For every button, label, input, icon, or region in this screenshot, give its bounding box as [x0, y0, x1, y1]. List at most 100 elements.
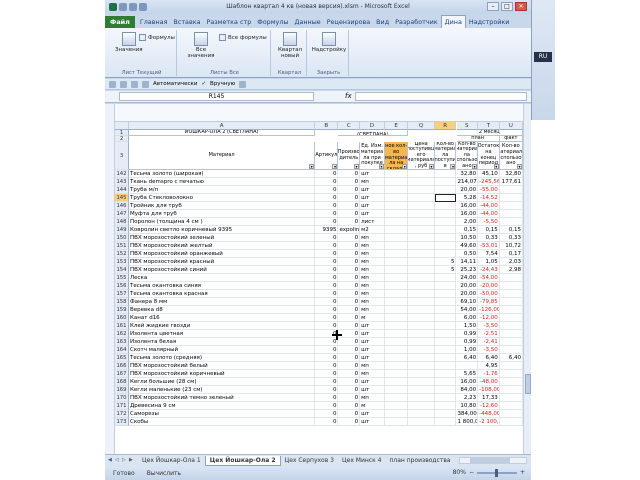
cell-s[interactable]: 24,00 — [456, 274, 479, 282]
column-header-c[interactable]: C — [338, 122, 361, 130]
cell-d[interactable]: мп — [360, 234, 385, 242]
cell-empty[interactable] — [385, 298, 409, 306]
cell-r[interactable] — [434, 242, 457, 250]
cell-d[interactable]: мп — [360, 370, 385, 378]
addin-button[interactable]: Надстройку — [311, 32, 347, 53]
cell-s[interactable]: 0,99 — [456, 338, 479, 346]
row-header[interactable]: 166 — [115, 362, 129, 370]
tab-item[interactable]: Формулы — [254, 16, 291, 28]
cell-d[interactable]: мп — [360, 394, 385, 402]
row-header[interactable]: 155 — [115, 274, 129, 282]
cell-empty[interactable] — [408, 394, 435, 402]
row-header[interactable]: 156 — [115, 282, 129, 290]
tab-item[interactable]: Разработчик — [392, 16, 441, 28]
auto-calc-label[interactable]: Автоматически — [153, 81, 197, 87]
cell-c[interactable]: 0 — [338, 418, 361, 426]
cell-r[interactable] — [434, 330, 457, 338]
cell-c[interactable]: 0 — [338, 362, 361, 370]
row-header[interactable]: 172 — [115, 410, 129, 418]
cell-s[interactable]: 384,00 — [456, 410, 479, 418]
cell-u[interactable] — [499, 362, 523, 370]
cell-c[interactable]: 0 — [338, 402, 361, 410]
cell-empty[interactable] — [408, 250, 435, 258]
cell-u[interactable] — [499, 314, 523, 322]
cell-r[interactable] — [434, 226, 457, 234]
cell-empty[interactable] — [385, 338, 409, 346]
cell-r[interactable] — [434, 218, 457, 226]
row-header[interactable]: 167 — [115, 370, 129, 378]
cell-t[interactable]: -44,00 — [478, 202, 500, 210]
cell-d[interactable]: шт — [360, 346, 385, 354]
cell-r[interactable] — [434, 418, 457, 426]
row-header[interactable]: 144 — [115, 186, 129, 194]
cell-b[interactable]: 0 — [315, 178, 339, 186]
cell-c[interactable]: 0 — [338, 306, 361, 314]
cell-empty[interactable] — [385, 218, 409, 226]
filter-dropdown-icon[interactable]: ▾ — [493, 164, 499, 169]
row-header[interactable]: 146 — [115, 202, 129, 210]
cell-u[interactable]: 177,61 — [499, 178, 523, 186]
cell-empty[interactable] — [385, 170, 409, 178]
cell-mat[interactable]: Изолента цветная — [129, 330, 316, 338]
cell-t[interactable]: 0,15 — [478, 226, 500, 234]
cell-b[interactable]: 0 — [315, 402, 339, 410]
column-header-u[interactable]: U — [499, 122, 523, 130]
cell-empty[interactable] — [408, 186, 435, 194]
row-header[interactable]: 170 — [115, 394, 129, 402]
cell-mat[interactable]: Древесина 9 см — [129, 402, 316, 410]
cell-t[interactable]: -44,00 — [478, 210, 500, 218]
cell-empty[interactable] — [408, 402, 435, 410]
cell-b[interactable]: 0 — [315, 370, 339, 378]
cell-empty[interactable] — [408, 178, 435, 186]
zoom-level[interactable]: 80% — [453, 469, 466, 476]
cell-empty[interactable] — [408, 322, 435, 330]
cell-t[interactable]: -48,00 — [478, 378, 500, 386]
cell-empty[interactable] — [408, 298, 435, 306]
cell-r[interactable] — [434, 282, 457, 290]
cell-mat[interactable]: Ковролин светло коричневый 9395 — [129, 226, 316, 234]
cell-s[interactable]: 10,80 — [456, 402, 479, 410]
cell-u[interactable] — [499, 386, 523, 394]
cell-t[interactable]: -2 100,00 — [478, 418, 500, 426]
column-header-a[interactable]: A — [129, 122, 316, 130]
cell-b[interactable]: 9395 — [315, 226, 339, 234]
cell-c[interactable]: 0 — [338, 242, 361, 250]
cell-r[interactable] — [434, 338, 457, 346]
cell-u[interactable]: 2,98 — [499, 266, 523, 274]
cell-d[interactable]: шт — [360, 202, 385, 210]
cell-t[interactable]: 4,95 — [478, 362, 500, 370]
row-header[interactable]: 168 — [115, 378, 129, 386]
cell-mat[interactable]: Канат d16 — [129, 314, 316, 322]
radio-auto-icon[interactable] — [142, 80, 149, 88]
filter-dropdown-icon[interactable]: ▾ — [516, 164, 522, 169]
cell-r[interactable] — [434, 322, 457, 330]
cell-d[interactable]: мп — [360, 298, 385, 306]
cell-empty[interactable] — [385, 234, 409, 242]
tab-item[interactable]: Вид — [373, 16, 392, 28]
cell-s[interactable]: 25,23 — [456, 266, 479, 274]
cell-empty[interactable] — [385, 410, 409, 418]
cell-r[interactable] — [434, 354, 457, 362]
cell-empty[interactable] — [385, 402, 409, 410]
zoom-in-icon[interactable]: + — [520, 469, 525, 476]
cell-s[interactable]: 10,50 — [456, 234, 479, 242]
cell-c[interactable]: 0 — [338, 274, 361, 282]
filter-dropdown-icon[interactable]: ▾ — [379, 164, 384, 169]
row-header[interactable]: 147 — [115, 210, 129, 218]
cell-u[interactable] — [499, 394, 523, 402]
cell-s[interactable]: 6,40 — [456, 354, 479, 362]
cell-s[interactable]: 49,60 — [456, 242, 479, 250]
column-header-q[interactable]: Q — [408, 122, 435, 130]
cell-empty[interactable] — [385, 386, 409, 394]
cell-u[interactable] — [499, 290, 523, 298]
cell-mat[interactable]: ПВХ морозостойкий красный — [129, 258, 316, 266]
checkmark-icon[interactable]: ✓ — [201, 81, 206, 87]
last-sheet-icon[interactable]: ▶ — [129, 457, 135, 464]
cell-b[interactable]: 0 — [315, 258, 339, 266]
cell-c[interactable]: 0 — [338, 170, 361, 178]
tab-file[interactable]: Файл — [105, 16, 135, 28]
row-header[interactable]: 142 — [115, 170, 129, 178]
cell-t[interactable]: -53,01 — [478, 242, 500, 250]
manual-calc-label[interactable]: Вручную — [210, 81, 235, 87]
cell-mat[interactable]: Труба Стекловолокно — [129, 194, 316, 202]
